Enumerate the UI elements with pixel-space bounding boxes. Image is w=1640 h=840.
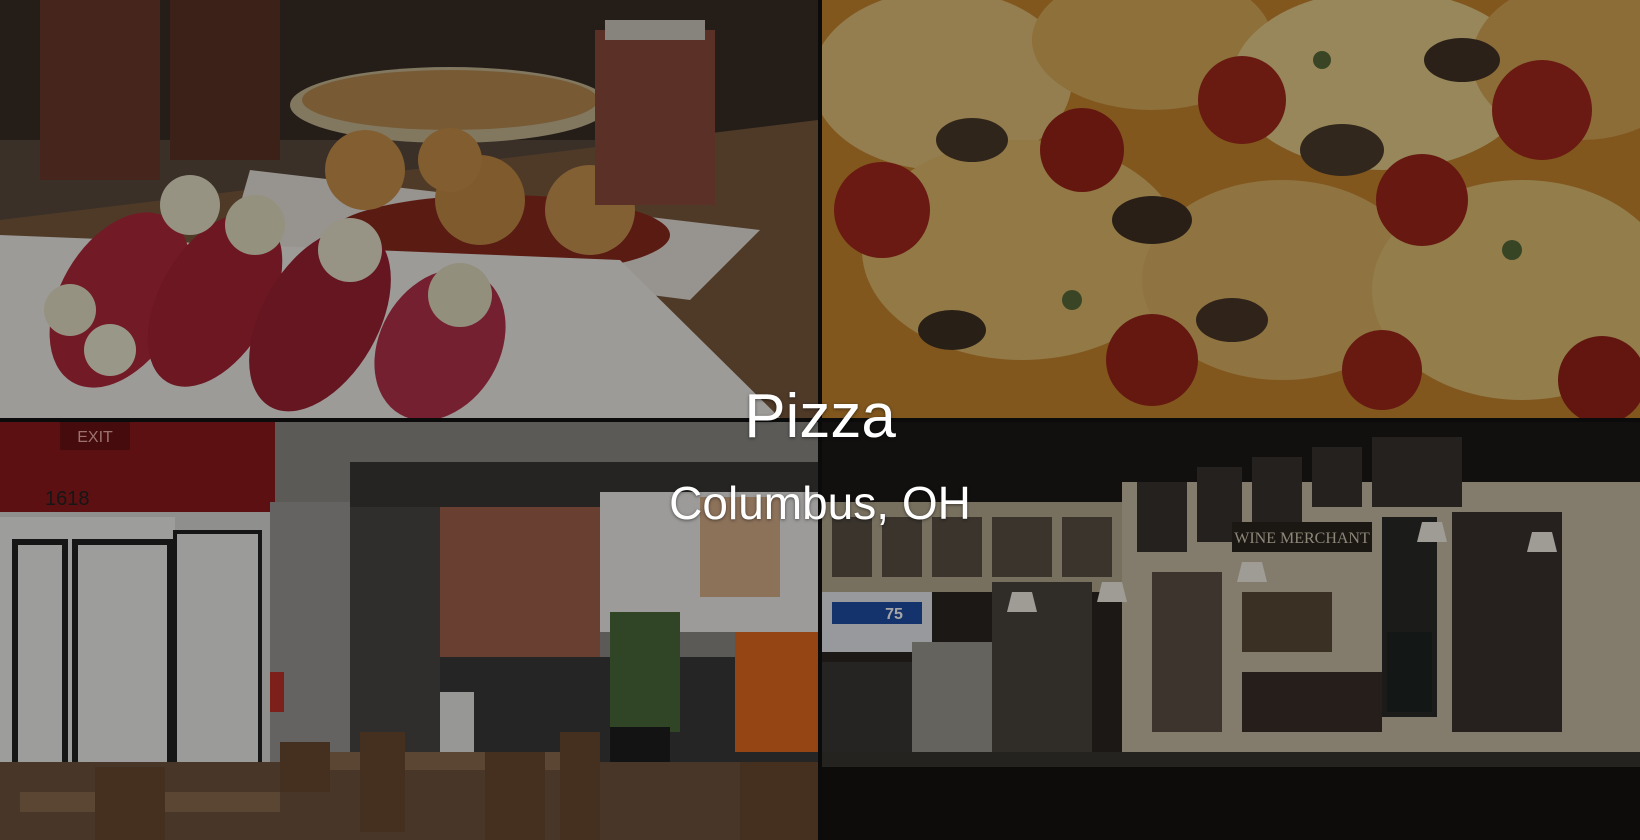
- tv-score: 75: [885, 606, 903, 623]
- pizza-closeup-photo: [822, 0, 1640, 418]
- location-subtitle: Columbus, OH: [669, 477, 971, 529]
- bar-sign: WINE MERCHANT: [1234, 530, 1370, 547]
- appetizers-photo: [0, 0, 818, 418]
- page-title: Pizza: [744, 382, 896, 451]
